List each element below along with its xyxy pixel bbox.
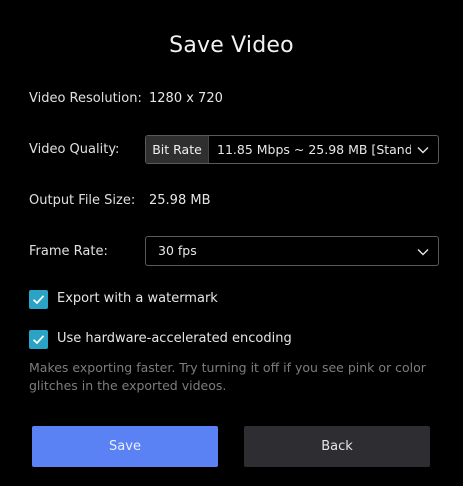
hardware-encoding-checkbox[interactable] bbox=[29, 330, 48, 349]
chevron-down-icon bbox=[417, 147, 429, 154]
watermark-checkbox[interactable] bbox=[29, 290, 48, 309]
video-resolution-label: Video Resolution: bbox=[29, 91, 142, 106]
video-quality-select[interactable]: Bit Rate 11.85 Mbps ~ 25.98 MB [Standard… bbox=[145, 135, 439, 164]
dialog-title: Save Video bbox=[169, 33, 294, 58]
video-quality-selected-value: 11.85 Mbps ~ 25.98 MB [Standard] bbox=[217, 142, 411, 157]
video-quality-label: Video Quality: bbox=[29, 142, 120, 157]
frame-rate-select[interactable]: 30 fps bbox=[145, 236, 439, 266]
save-button[interactable]: Save bbox=[32, 426, 218, 467]
output-file-size-label: Output File Size: bbox=[29, 193, 136, 208]
save-video-dialog: Save Video Video Resolution: 1280 x 720 … bbox=[0, 0, 463, 486]
checkmark-icon bbox=[32, 295, 45, 305]
checkmark-icon bbox=[32, 335, 45, 345]
watermark-label: Export with a watermark bbox=[57, 291, 218, 306]
bit-rate-mode-toggle[interactable]: Bit Rate bbox=[146, 136, 209, 163]
hardware-encoding-label: Use hardware-accelerated encoding bbox=[57, 331, 292, 346]
frame-rate-label: Frame Rate: bbox=[29, 244, 108, 259]
hardware-encoding-hint: Makes exporting faster. Try turning it o… bbox=[29, 360, 426, 393]
frame-rate-selected-value: 30 fps bbox=[158, 243, 197, 258]
back-button[interactable]: Back bbox=[244, 426, 430, 467]
output-file-size-value: 25.98 MB bbox=[149, 193, 211, 208]
video-resolution-value: 1280 x 720 bbox=[149, 91, 223, 106]
chevron-down-icon bbox=[417, 249, 429, 256]
